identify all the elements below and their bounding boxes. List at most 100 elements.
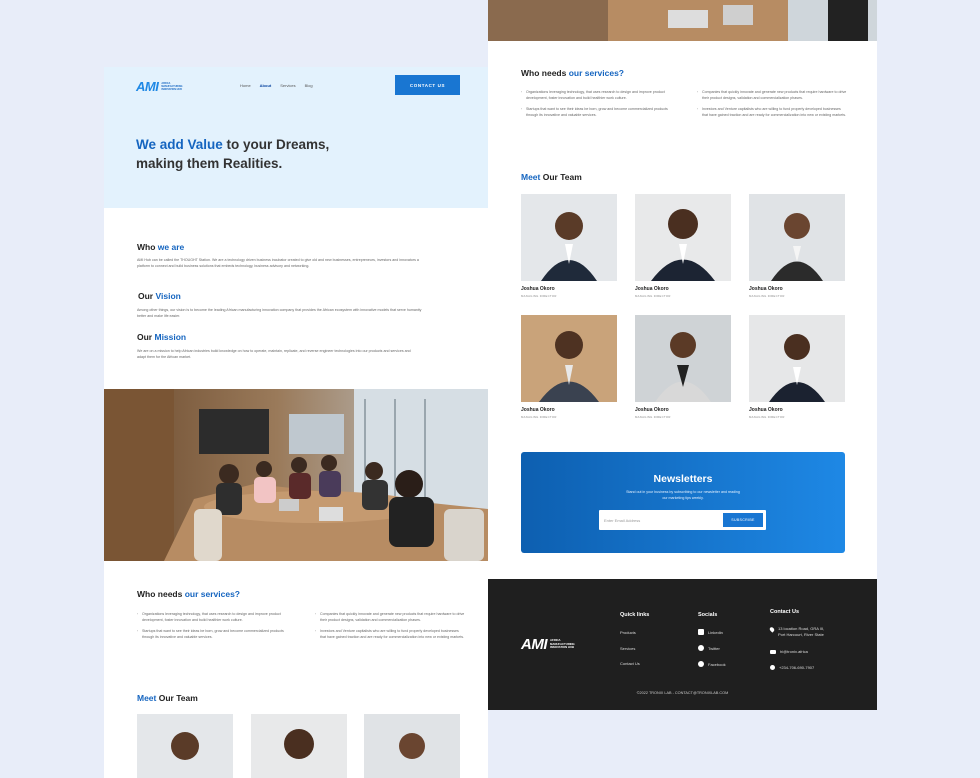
team-title: Meet Our Team bbox=[521, 172, 582, 182]
contact-title: Contact Us bbox=[770, 609, 800, 615]
title-plain: Who needs bbox=[137, 589, 185, 599]
contact-us-button[interactable]: CONTACT US bbox=[395, 75, 460, 95]
who-we-are-title: Who we are bbox=[137, 242, 184, 252]
title-plain: Our Team bbox=[540, 172, 582, 182]
logo-mark: AMI bbox=[136, 79, 159, 94]
team-photo bbox=[521, 194, 617, 281]
list-item: Startups that want to see their ideas be… bbox=[137, 629, 287, 640]
newsletter-title: Newsletters bbox=[653, 473, 713, 485]
copyright: ©2022 TRONIX LAB - CONTACT@TRONIXLAB.COM bbox=[636, 691, 729, 695]
team-card: Joshua Okoro MANAGING DIRECTOR bbox=[635, 315, 731, 419]
facebook-icon bbox=[698, 661, 704, 667]
footer-phone[interactable]: +234-706-690-7907 bbox=[770, 665, 814, 670]
main-nav: Home About Services Blog bbox=[240, 83, 313, 88]
nav-item-about[interactable]: About bbox=[260, 83, 272, 88]
list-item: Organizations leveraging technology, tha… bbox=[137, 612, 287, 623]
team-photo bbox=[521, 315, 617, 402]
hero-headline: We add Value to your Dreams, making them… bbox=[136, 135, 329, 173]
nav-item-services[interactable]: Services bbox=[280, 83, 295, 88]
team-member-role: MANAGING DIRECTOR bbox=[521, 294, 557, 298]
social-label: Facebook bbox=[708, 661, 726, 667]
footer-link-services[interactable]: Services bbox=[620, 646, 635, 651]
team-member-name: Joshua Okoro bbox=[635, 286, 669, 292]
team-card: Joshua Okoro MANAGING DIRECTOR bbox=[635, 194, 731, 298]
newsletter-form: SUBSCRIBE bbox=[599, 510, 766, 530]
team-card: Joshua Okoro MANAGING DIRECTOR bbox=[521, 194, 617, 298]
team-member-name: Joshua Okoro bbox=[635, 407, 669, 413]
team-member-role: MANAGING DIRECTOR bbox=[749, 415, 785, 419]
footer-email[interactable]: hi@tronix.africa bbox=[770, 649, 808, 654]
social-label: Linkedin bbox=[708, 629, 723, 635]
brand-logo[interactable]: AMI AFRICA MANUFACTURING INNOVATION HUB bbox=[136, 79, 185, 94]
logo-subtext: AFRICA MANUFACTURING INNOVATION HUB bbox=[550, 638, 575, 650]
footer-link-products[interactable]: Products bbox=[620, 630, 636, 635]
address-line: 13 location Road, GRA III, bbox=[778, 626, 825, 631]
logo-mark: AMI bbox=[521, 636, 548, 653]
team-card bbox=[137, 714, 233, 778]
title-plain: Our bbox=[137, 332, 155, 342]
mail-icon bbox=[770, 649, 776, 654]
list-item: Investors and Venture capitalists who ar… bbox=[315, 629, 465, 640]
socials-title: Socials bbox=[698, 612, 718, 618]
logo-subtext: AFRICA MANUFACTURING INNOVATION HUB bbox=[161, 82, 183, 91]
address-text: 13 location Road, GRA III, Port Harcourt… bbox=[778, 626, 824, 637]
title-accent: we are bbox=[157, 242, 185, 252]
team-card bbox=[364, 714, 460, 778]
who-we-are-text: AMI Hub can be called the THOUGHT Statio… bbox=[137, 258, 419, 268]
social-link-linkedin[interactable]: Linkedin bbox=[698, 629, 723, 635]
list-item: Startups that want to see their ideas be… bbox=[521, 107, 671, 118]
newsletter-card: Newsletters Stand out in your business b… bbox=[521, 452, 845, 553]
nav-item-blog[interactable]: Blog bbox=[305, 83, 313, 88]
title-accent: our services? bbox=[568, 68, 624, 78]
team-member-role: MANAGING DIRECTOR bbox=[521, 415, 557, 419]
social-link-facebook[interactable]: Facebook bbox=[698, 661, 726, 667]
team-member-name: Joshua Okoro bbox=[749, 407, 783, 413]
team-member-role: MANAGING DIRECTOR bbox=[749, 294, 785, 298]
services-list-right: Companies that quickly innovate and gene… bbox=[315, 612, 465, 646]
list-item: Organizations leveraging technology, tha… bbox=[521, 90, 671, 101]
footer-logo[interactable]: AMI AFRICA MANUFACTURING INNOVATION HUB bbox=[521, 636, 578, 653]
title-accent: Meet bbox=[137, 693, 157, 703]
phone-text: +234-706-690-7907 bbox=[779, 665, 815, 670]
team-member-role: MANAGING DIRECTOR bbox=[635, 415, 671, 419]
team-photo bbox=[364, 714, 460, 778]
team-member-name: Joshua Okoro bbox=[521, 286, 555, 292]
services-list-left: Organizations leveraging technology, tha… bbox=[137, 612, 287, 646]
list-item: Companies that quickly innovate and gene… bbox=[697, 90, 847, 101]
team-photo bbox=[749, 194, 845, 281]
email-input[interactable] bbox=[604, 514, 722, 526]
footer: AMI AFRICA MANUFACTURING INNOVATION HUB … bbox=[488, 579, 877, 710]
team-card: Joshua Okoro MANAGING DIRECTOR bbox=[749, 194, 845, 298]
list-item: Investors and Venture capitalists who ar… bbox=[697, 107, 847, 118]
footer-link-contact[interactable]: Contact Us bbox=[620, 661, 640, 666]
team-member-name: Joshua Okoro bbox=[749, 286, 783, 292]
location-pin-icon bbox=[768, 626, 776, 633]
team-card bbox=[251, 714, 347, 778]
team-photo bbox=[635, 194, 731, 281]
twitter-icon bbox=[698, 645, 704, 651]
phone-icon bbox=[770, 665, 775, 670]
vision-title: Our Vision bbox=[138, 291, 181, 301]
team-photo bbox=[635, 315, 731, 402]
subscribe-button[interactable]: SUBSCRIBE bbox=[723, 513, 763, 527]
team-title: Meet Our Team bbox=[137, 693, 198, 703]
mission-title: Our Mission bbox=[137, 332, 186, 342]
footer-address: 13 location Road, GRA III, Port Harcourt… bbox=[768, 626, 824, 637]
services-list-left: Organizations leveraging technology, tha… bbox=[521, 90, 671, 124]
linkedin-icon bbox=[698, 629, 704, 635]
title-plain: Our bbox=[138, 291, 156, 301]
left-page-mockup: AMI AFRICA MANUFACTURING INNOVATION HUB … bbox=[104, 67, 488, 778]
right-page-mockup: Who needs our services? Organizations le… bbox=[488, 0, 877, 710]
title-accent: Mission bbox=[154, 332, 187, 342]
hero-headline-rest: to your Dreams, bbox=[222, 137, 330, 152]
services-title: Who needs our services? bbox=[521, 68, 624, 78]
hero-headline-accent: We add Value bbox=[136, 137, 223, 152]
services-list-right: Companies that quickly innovate and gene… bbox=[697, 90, 847, 124]
hero-headline-line2: making them Realities. bbox=[136, 156, 283, 171]
nav-item-home[interactable]: Home bbox=[240, 83, 251, 88]
social-link-twitter[interactable]: Twitter bbox=[698, 645, 720, 651]
team-meeting-photo bbox=[104, 389, 488, 561]
title-plain: Who bbox=[137, 242, 158, 252]
email-text: hi@tronix.africa bbox=[780, 649, 808, 654]
vision-text: Among other things, our vision is to bec… bbox=[137, 308, 422, 318]
